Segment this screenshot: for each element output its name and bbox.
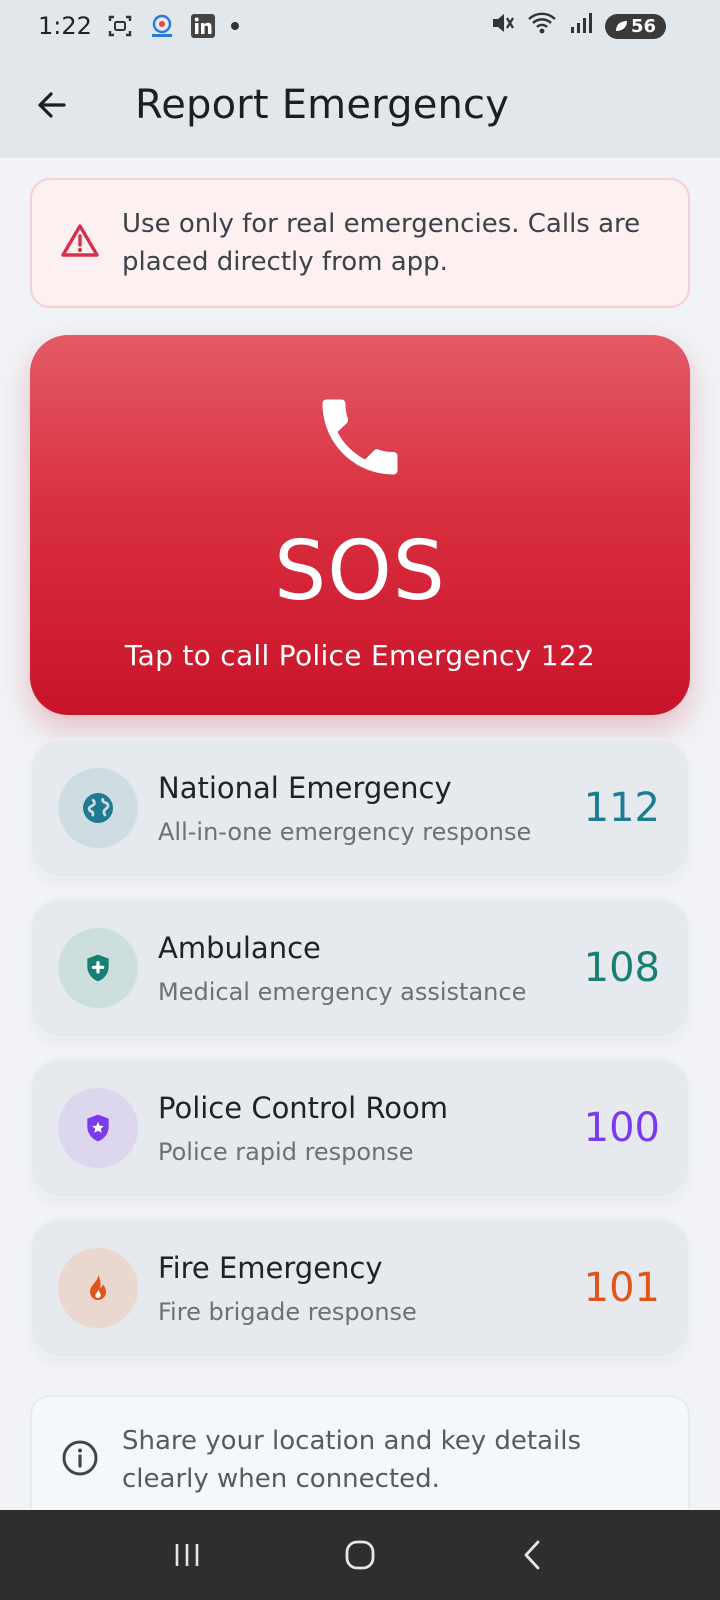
warning-text: Use only for real emergencies. Calls are…	[122, 209, 641, 277]
status-time: 1:22	[38, 12, 92, 40]
contact-card-ambulance[interactable]: Ambulance Medical emergency assistance 1…	[30, 898, 690, 1038]
contact-number: 101	[583, 1265, 660, 1311]
sos-subtitle: Tap to call Police Emergency 122	[124, 639, 596, 672]
info-text: Share your location and key details clea…	[122, 1426, 582, 1494]
recent-apps-button[interactable]	[157, 1525, 217, 1585]
warning-icon	[60, 221, 100, 265]
police-badge-icon	[58, 1088, 138, 1168]
mute-icon	[489, 10, 515, 42]
contact-description: Police rapid response	[158, 1138, 414, 1166]
status-bar: 1:22 56	[0, 0, 720, 52]
contact-description: All-in-one emergency response	[158, 818, 532, 846]
page-title: Report Emergency	[135, 82, 510, 128]
recent-apps-icon	[175, 1544, 198, 1566]
fire-icon	[58, 1248, 138, 1328]
arrow-back-icon	[38, 92, 66, 118]
dot-indicator-icon	[230, 21, 240, 31]
contact-description: Medical emergency assistance	[158, 978, 527, 1006]
globe-icon	[58, 768, 138, 848]
screenshot-icon	[106, 12, 134, 40]
battery-leaf-icon	[615, 21, 627, 31]
contact-name: National Emergency	[158, 771, 452, 805]
contact-number: 112	[583, 785, 660, 831]
home-button[interactable]	[330, 1525, 390, 1585]
info-icon	[60, 1438, 100, 1482]
wifi-icon	[527, 10, 557, 42]
medical-shield-icon	[58, 928, 138, 1008]
battery-indicator: 56	[604, 13, 666, 39]
app-notification-icon	[148, 12, 176, 40]
system-navigation-bar	[0, 1510, 720, 1600]
battery-level: 56	[630, 15, 656, 37]
contact-name: Ambulance	[158, 931, 321, 965]
back-button[interactable]	[22, 75, 82, 135]
phone-icon	[310, 387, 410, 491]
contact-number: 100	[583, 1105, 660, 1151]
contact-card-fire-emergency[interactable]: Fire Emergency Fire brigade response 101	[30, 1218, 690, 1358]
chevron-left-icon	[524, 1540, 540, 1570]
warning-banner: Use only for real emergencies. Calls are…	[30, 178, 690, 308]
linkedin-icon	[190, 13, 216, 39]
contact-number: 108	[583, 945, 660, 991]
contact-description: Fire brigade response	[158, 1298, 417, 1326]
signal-icon	[569, 11, 593, 41]
home-icon	[345, 1540, 375, 1570]
info-banner: Share your location and key details clea…	[30, 1395, 690, 1525]
contact-card-police-control-room[interactable]: Police Control Room Police rapid respons…	[30, 1058, 690, 1198]
contact-card-national-emergency[interactable]: National Emergency All-in-one emergency …	[30, 738, 690, 878]
contact-name: Police Control Room	[158, 1091, 448, 1125]
sos-button[interactable]: SOS Tap to call Police Emergency 122	[30, 335, 690, 715]
contact-name: Fire Emergency	[158, 1251, 383, 1285]
system-back-button[interactable]	[503, 1525, 563, 1585]
app-bar: Report Emergency	[0, 52, 720, 158]
sos-title: SOS	[274, 524, 446, 619]
